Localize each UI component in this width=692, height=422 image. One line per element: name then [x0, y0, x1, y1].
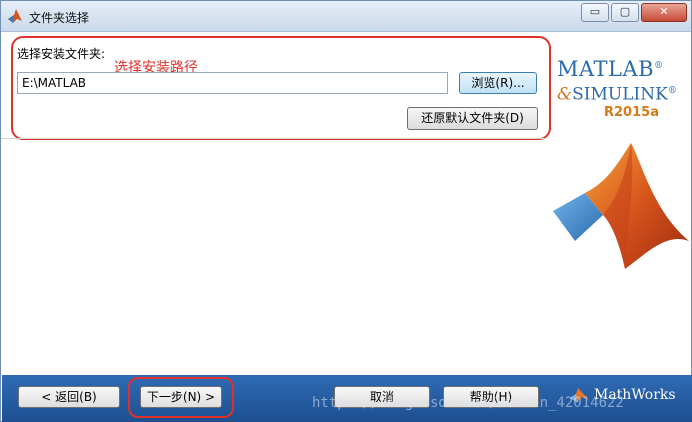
close-button[interactable]: ✕	[641, 3, 687, 22]
annotation-box-next	[128, 377, 234, 418]
back-button[interactable]: < 返回(B)	[18, 386, 120, 408]
close-icon: ✕	[659, 5, 669, 18]
matlab-simulink-logo: MATLAB® &SIMULINK®	[557, 54, 687, 105]
divider	[1, 138, 546, 139]
logo-reg-mark-2: ®	[667, 86, 677, 96]
minimize-icon: ▭	[589, 5, 601, 18]
window-title: 文件夹选择	[29, 11, 90, 25]
maximize-button[interactable]: ▢	[611, 3, 639, 22]
title-bar[interactable]: 文件夹选择 ▭ ▢ ✕	[1, 1, 691, 32]
logo-simulink-text: SIMULINK	[572, 84, 668, 105]
watermark: https://blog.csdn.net/weixin_42014622	[312, 395, 624, 411]
version-label: R2015a	[604, 105, 659, 120]
minimize-button[interactable]: ▭	[581, 3, 609, 22]
footer-bar: < 返回(B) 下一步(N) > 取消 帮助(H) MathWorks http…	[2, 375, 692, 422]
browse-button[interactable]: 浏览(R)...	[459, 72, 537, 94]
matlab-membrane-logo	[553, 143, 689, 269]
logo-reg-mark: ®	[654, 61, 664, 71]
matlab-title-icon	[8, 9, 22, 23]
install-path-input[interactable]: E:\MATLAB	[17, 72, 448, 94]
logo-ampersand: &	[557, 84, 573, 105]
folder-label: 选择安装文件夹:	[17, 47, 106, 61]
maximize-icon: ▢	[619, 5, 631, 18]
installer-window: 文件夹选择 ▭ ▢ ✕ 选择安装文件夹: 选择安装路径 E:\MATLAB 浏览…	[0, 0, 692, 422]
window-controls: ▭ ▢ ✕	[579, 3, 687, 23]
logo-matlab-text: MATLAB	[557, 57, 655, 81]
restore-default-folder-button[interactable]: 还原默认文件夹(D)	[407, 107, 538, 130]
